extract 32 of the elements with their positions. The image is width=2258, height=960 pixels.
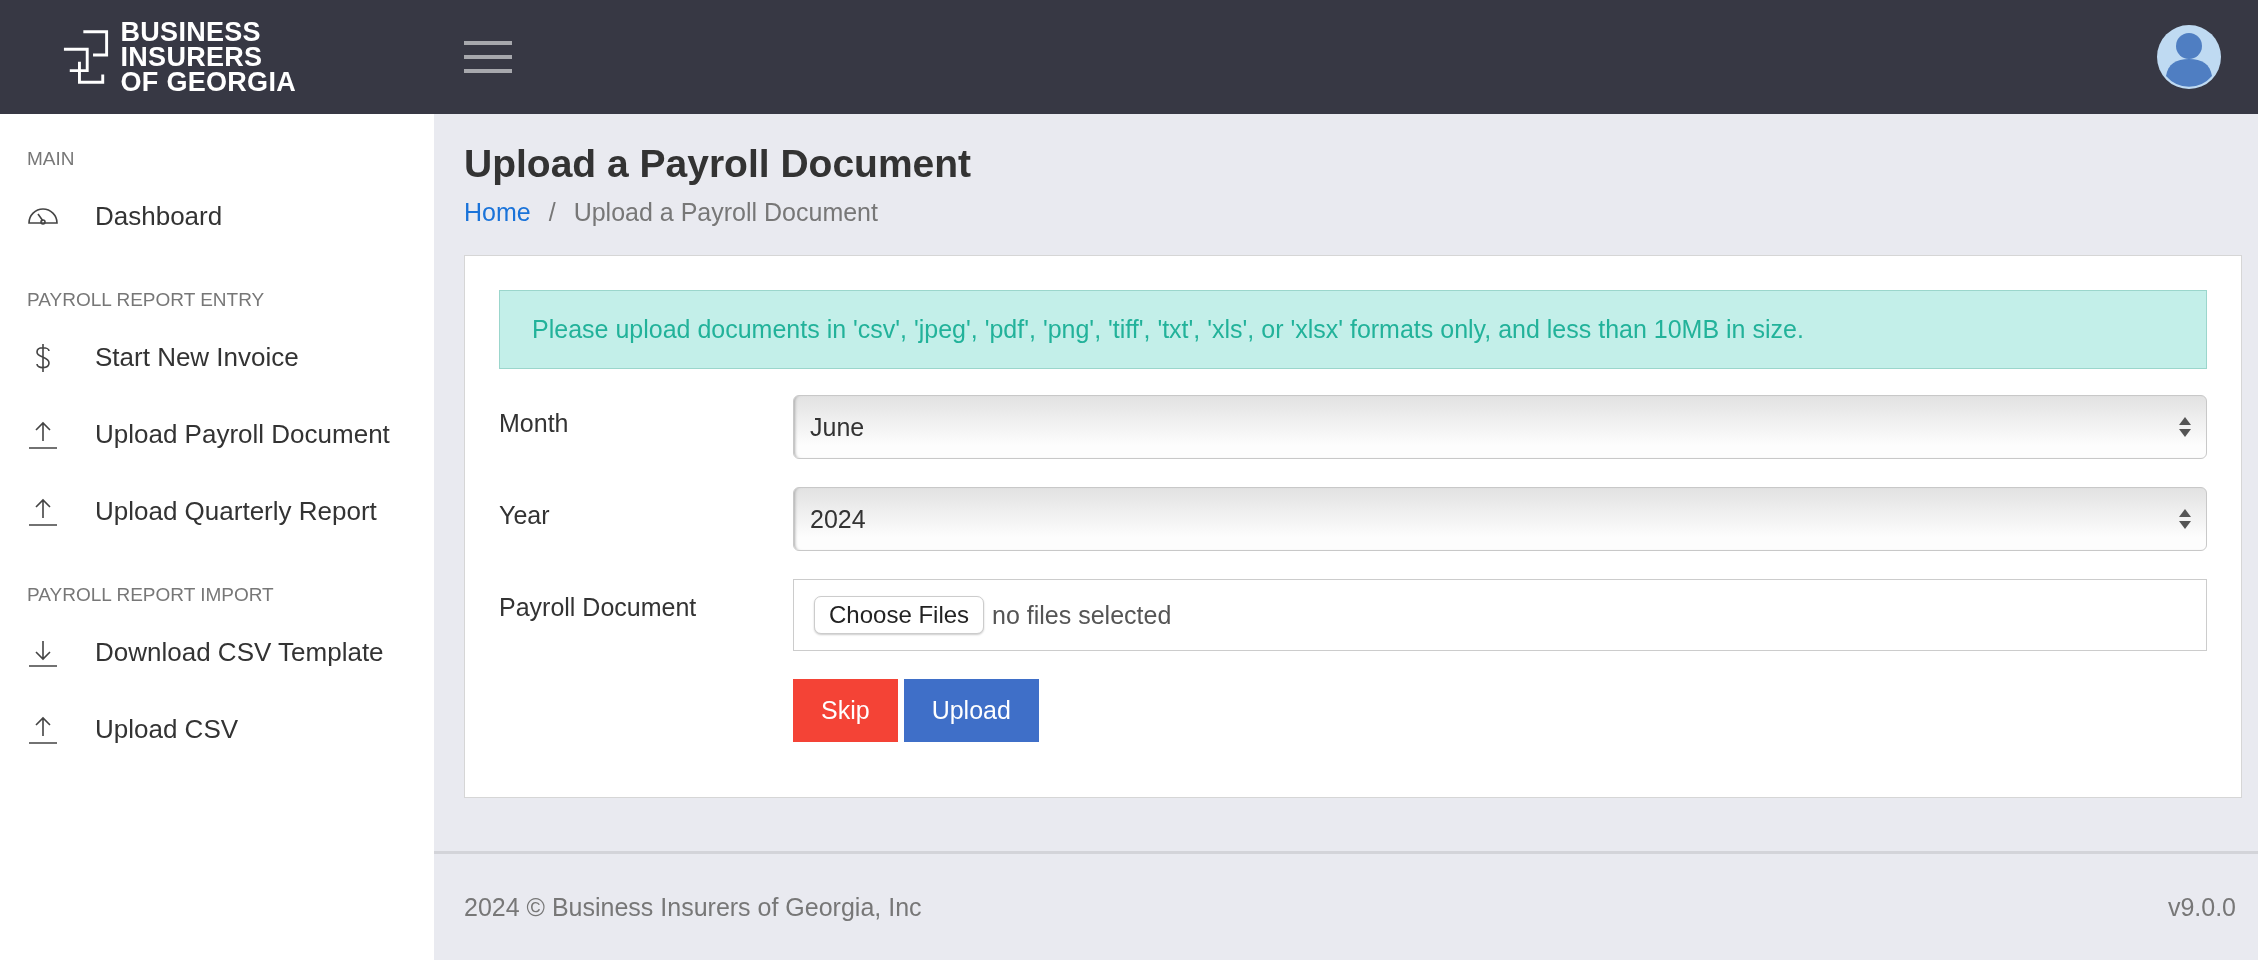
sidebar-item[interactable]: Dashboard [0, 178, 434, 255]
field-label: Payroll Document [499, 592, 698, 622]
sidebar-item[interactable]: Upload CSV [0, 691, 434, 768]
sort-arrows-icon [2178, 415, 2192, 439]
field-label: Year [499, 500, 551, 530]
page-title: Upload a Payroll Document [464, 141, 973, 187]
sidebar-item[interactable]: Upload Quarterly Report [0, 473, 434, 550]
version-text: v9.0.0 [2167, 892, 2236, 922]
sidebar-item[interactable]: Download CSV Template [0, 614, 434, 691]
breadcrumb-current: Upload a Payroll Document [573, 198, 878, 227]
select-field[interactable]: 2024 [793, 487, 2207, 551]
sidebar-section-title: MAIN [26, 147, 76, 171]
skip-button[interactable]: Skip [793, 679, 898, 742]
menu-button[interactable] [464, 41, 512, 73]
choose-files-button[interactable]: Choose Files [814, 596, 985, 634]
sidebar-item[interactable]: Upload Payroll Document [0, 396, 434, 473]
avatar-icon[interactable] [2156, 24, 2222, 90]
logo-text: BUSINESS INSURERS OF GEORGIA [120, 19, 297, 95]
sidebar-section-title: PAYROLL REPORT ENTRY [26, 288, 266, 312]
sidebar-item[interactable]: Start New Invoice [0, 319, 434, 396]
copyright-text: 2024 © Business Insurers of Georgia, Inc [464, 892, 922, 922]
field-label: Month [499, 408, 570, 438]
breadcrumb-link[interactable]: Home [464, 198, 531, 227]
select-field[interactable]: June [793, 395, 2207, 459]
sort-arrows-icon [2178, 507, 2192, 531]
info-alert: Please upload documents in 'csv', 'jpeg', 'pdf', 'png', 'tiff', 'txt', 'xls', or 'xlsx' formats only, and less than 10MB in size. [499, 290, 2207, 369]
upload-button[interactable]: Upload [903, 679, 1039, 742]
file-input[interactable]: Choose Files no files selected [793, 579, 2207, 651]
sidebar-section-title: PAYROLL REPORT IMPORT [26, 583, 275, 607]
breadcrumb-separator: / [548, 198, 556, 227]
logo-icon [62, 29, 111, 85]
file-status: no files selected [992, 600, 1172, 630]
